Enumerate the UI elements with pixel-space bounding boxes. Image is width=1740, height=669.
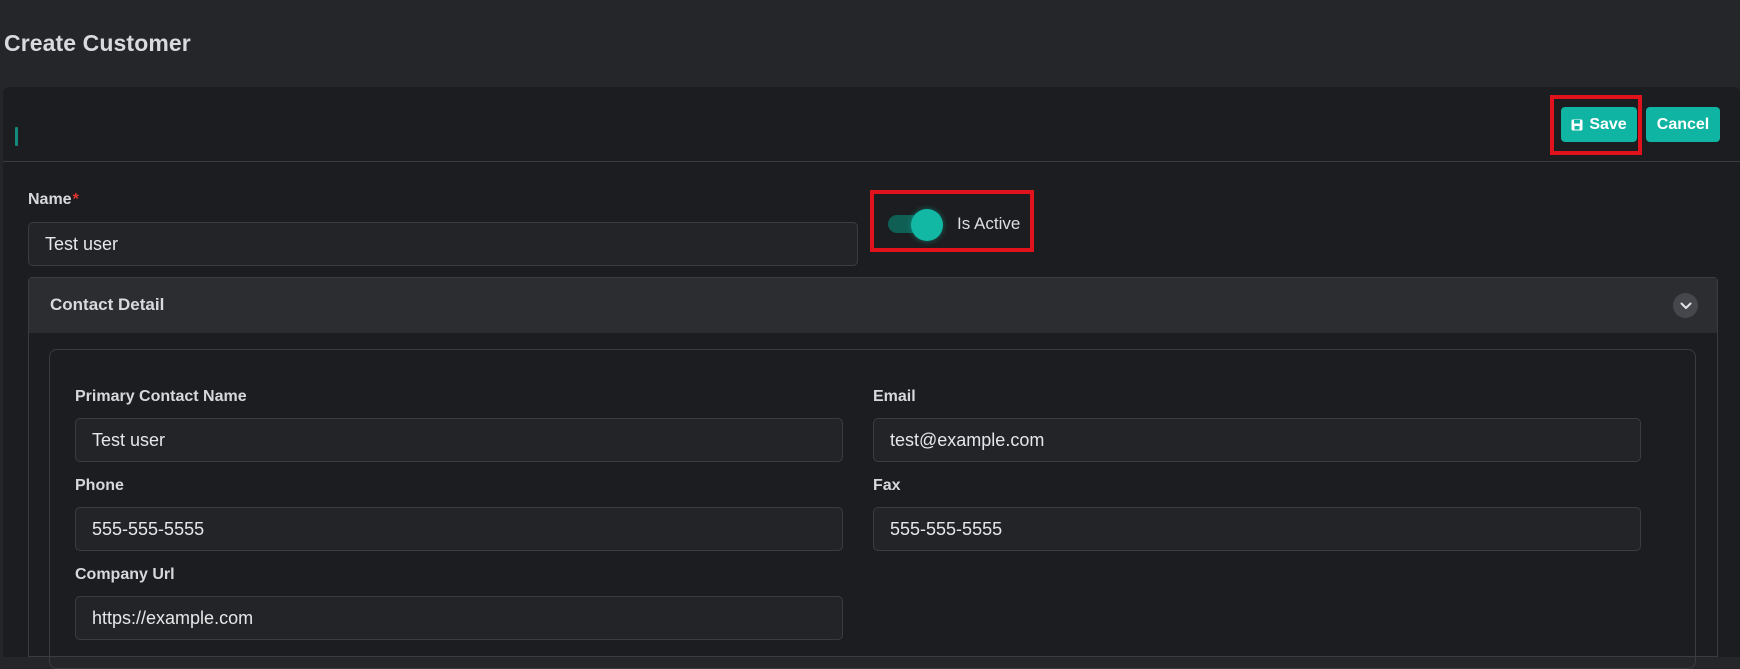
primary-contact-name-label: Primary Contact Name <box>75 388 247 405</box>
fax-input[interactable] <box>873 507 1641 551</box>
toggle-knob <box>911 209 943 241</box>
is-active-label: Is Active <box>957 214 1021 233</box>
name-label-text: Name <box>28 191 72 208</box>
save-button[interactable]: Save <box>1561 107 1637 142</box>
email-label: Email <box>873 388 916 405</box>
contact-detail-title: Contact Detail <box>50 295 165 314</box>
email-field[interactable] <box>873 418 1641 462</box>
floppy-disk-icon <box>1571 119 1583 130</box>
save-button-label: Save <box>1589 115 1627 133</box>
tab-indicator <box>15 127 18 146</box>
name-input[interactable] <box>28 222 858 266</box>
phone-label: Phone <box>75 477 124 494</box>
primary-contact-name-input[interactable] <box>75 418 843 462</box>
required-indicator: * <box>72 191 79 208</box>
phone-input[interactable] <box>75 507 843 551</box>
cancel-button-label: Cancel <box>1656 115 1710 133</box>
card-header: Save Cancel <box>3 87 1740 162</box>
cancel-button[interactable]: Cancel <box>1646 107 1720 142</box>
page-title: Create Customer <box>4 30 191 56</box>
contact-detail-header[interactable]: Contact Detail <box>29 278 1717 333</box>
name-label: Name* <box>28 191 79 209</box>
fax-label: Fax <box>873 477 901 494</box>
company-url-label: Company Url <box>75 566 175 583</box>
is-active-toggle[interactable] <box>888 209 943 241</box>
chevron-down-icon[interactable] <box>1673 293 1698 318</box>
company-url-input[interactable] <box>75 596 843 640</box>
